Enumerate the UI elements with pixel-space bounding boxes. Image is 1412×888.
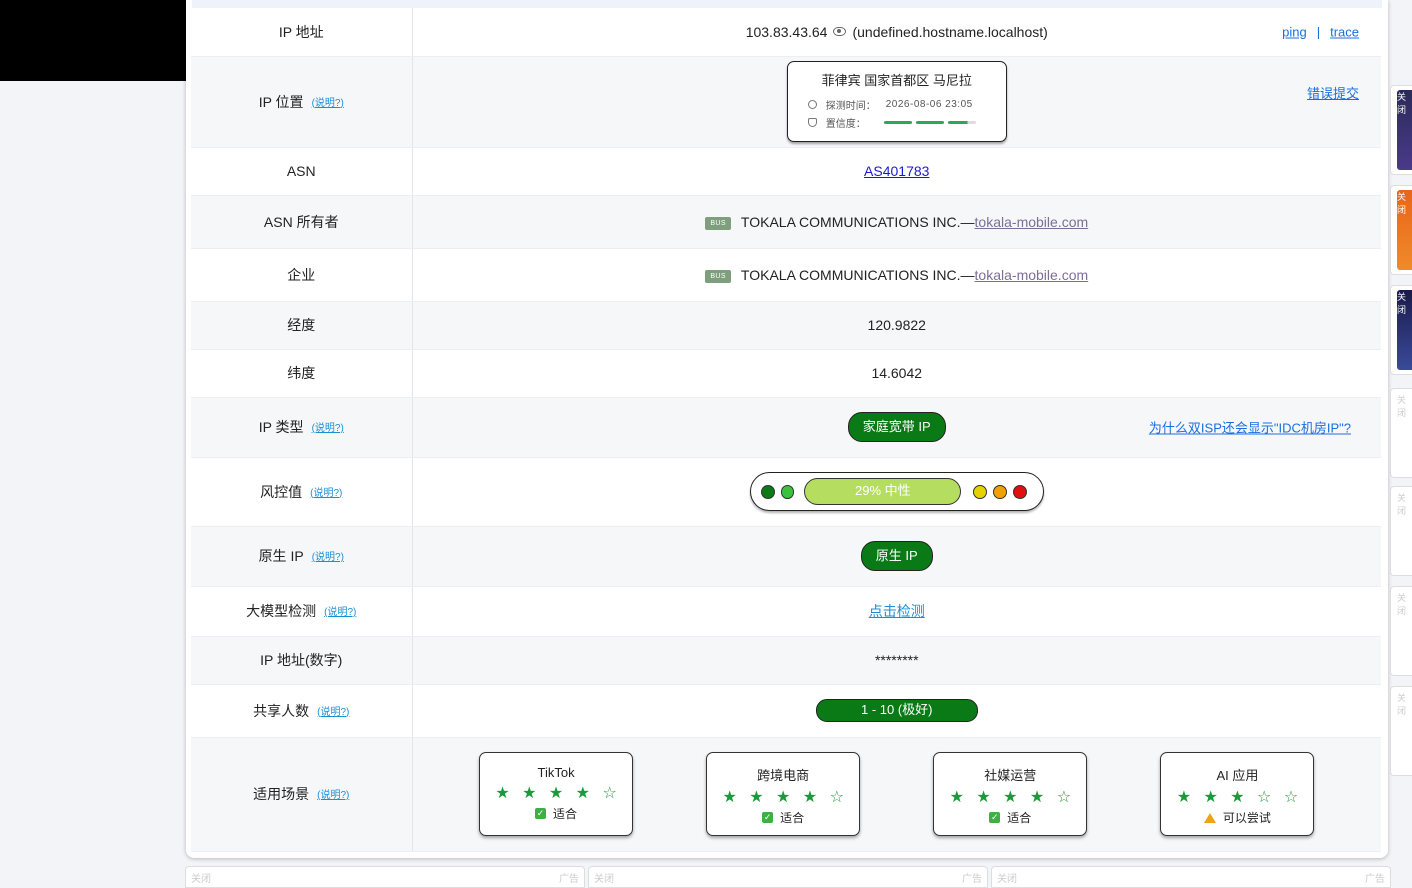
row-label: 适用场景 — [253, 786, 310, 802]
hostname: (undefined.hostname.localhost) — [852, 23, 1048, 40]
row-label: IP 地址(数字) — [191, 636, 413, 685]
row-label: 风控值 — [260, 483, 303, 500]
row-label: IP 地址 — [191, 8, 413, 57]
scenario-card-ai: AI 应用 ★ ★ ★ ☆ ☆ 可以尝试 — [1160, 752, 1315, 836]
ip-numeric-value: ******** — [412, 636, 1381, 685]
scenario-card-ecommerce: 跨境电商 ★ ★ ★ ★ ☆ ✓ 适合 — [706, 752, 861, 836]
clock-icon — [807, 99, 817, 109]
row-native: 原生 IP (说明?) 原生 IP — [191, 526, 1381, 587]
owner-name: TOKALA COMMUNICATIONS INC.— — [740, 213, 975, 230]
star-rating: ★ ★ ★ ★ ☆ — [949, 789, 1076, 806]
row-label: 企业 — [191, 248, 413, 302]
row-ip-numeric: IP 地址(数字) ******** — [191, 636, 1381, 685]
business-badge: BUS — [705, 269, 731, 283]
help-link[interactable]: (说明?) — [312, 98, 344, 109]
owner-domain-link[interactable]: tokala-mobile.com — [975, 214, 1089, 230]
ip-value: 103.83.43.64 — [745, 23, 828, 40]
faq-link[interactable]: 为什么双ISP还会显示"IDC机房IP"? — [1149, 421, 1351, 436]
check-icon: ✓ — [989, 812, 1001, 823]
eye-icon[interactable] — [833, 26, 847, 36]
risk-dot-high — [993, 484, 1007, 499]
longitude-value: 120.9822 — [412, 301, 1381, 350]
star-rating: ★ ★ ★ ☆ ☆ — [1176, 789, 1303, 806]
row-label: 原生 IP — [258, 548, 304, 564]
row-label: IP 位置 — [258, 93, 304, 110]
top-strip — [192, 0, 1382, 8]
risk-bar: 29% 中性 — [804, 478, 962, 505]
scenario-card-social: 社媒运营 ★ ★ ★ ★ ☆ ✓ 适合 — [933, 752, 1088, 836]
side-ad-5[interactable]: 关闭 — [1390, 486, 1412, 576]
shield-icon — [807, 117, 817, 127]
risk-dot-very-low — [760, 484, 775, 499]
risk-dot-low — [780, 484, 795, 499]
check-icon: ✓ — [762, 812, 774, 823]
row-label: IP 类型 — [258, 419, 304, 435]
side-ad-1[interactable]: 关闭 — [1390, 85, 1412, 175]
sharing-badge: 1 - 10 (极好) — [815, 699, 978, 722]
row-location: IP 位置 (说明?) 菲律宾 国家首都区 马尼拉 探测时间： 2026-08-06… — [191, 56, 1381, 148]
asn-link[interactable]: AS401783 — [864, 163, 929, 179]
latitude-value: 14.6042 — [412, 349, 1381, 398]
row-llm: 大模型检测 (说明?) 点击检测 — [191, 586, 1381, 637]
side-ad-7[interactable]: 关闭 — [1390, 686, 1412, 776]
star-rating: ★ ★ ★ ★ ☆ — [722, 789, 848, 806]
help-link[interactable]: (说明?) — [312, 423, 344, 434]
help-link[interactable]: (说明?) — [312, 552, 344, 563]
ip-type-badge: 家庭宽带 IP — [847, 412, 946, 442]
star-rating: ★ ★ ★ ★ ☆ — [495, 785, 621, 802]
location-place: 菲律宾 国家首都区 马尼拉 — [821, 73, 972, 88]
side-ad-2[interactable]: 关闭 — [1390, 185, 1412, 275]
row-longitude: 经度 120.9822 — [191, 301, 1381, 350]
risk-dot-very-high — [1012, 484, 1027, 499]
business-badge: BUS — [705, 216, 731, 230]
help-link[interactable]: (说明?) — [317, 790, 349, 801]
location-box: 菲律宾 国家首都区 马尼拉 探测时间： 2026-08-06 23:05 置信度： — [786, 61, 1007, 142]
row-asn-owner: ASN 所有者 BUS TOKALA COMMUNICATIONS INC.—to… — [191, 195, 1381, 249]
row-label: ASN 所有者 — [191, 195, 413, 249]
row-risk: 风控值 (说明?) 29% 中性 — [191, 457, 1381, 527]
llm-detect-link[interactable]: 点击检测 — [869, 603, 925, 619]
native-ip-badge: 原生 IP — [860, 541, 933, 571]
row-ip-type: IP 类型 (说明?) 家庭宽带 IP 为什么双ISP还会显示"IDC机房IP"? — [191, 397, 1381, 458]
scenario-card-tiktok: TikTok ★ ★ ★ ★ ☆ ✓ 适合 — [479, 752, 634, 836]
warning-icon — [1203, 812, 1216, 823]
side-ad-6[interactable]: 关闭 — [1390, 586, 1412, 676]
side-ad-3[interactable]: 关闭 — [1390, 285, 1412, 375]
row-label: 经度 — [191, 301, 413, 350]
ip-info-card: IP 地址 103.83.43.64 (undefined.hostname.lo… — [186, 0, 1388, 858]
row-label: 纬度 — [191, 349, 413, 398]
row-ip: IP 地址 103.83.43.64 (undefined.hostname.lo… — [191, 8, 1381, 57]
ping-link[interactable]: ping — [1282, 24, 1307, 39]
company-domain-link[interactable]: tokala-mobile.com — [975, 267, 1089, 283]
risk-dot-medium — [973, 484, 988, 499]
row-asn: ASN AS401783 — [191, 147, 1381, 196]
report-error-link[interactable]: 错误提交 — [1307, 86, 1359, 101]
trace-link[interactable]: trace — [1330, 24, 1359, 39]
help-link[interactable]: (说明?) — [324, 607, 356, 618]
row-latitude: 纬度 14.6042 — [191, 349, 1381, 398]
confidence-bar — [883, 120, 976, 124]
ip-info-table: IP 地址 103.83.43.64 (undefined.hostname.lo… — [191, 8, 1381, 852]
help-link[interactable]: (说明?) — [317, 707, 349, 718]
company-name: TOKALA COMMUNICATIONS INC.— — [740, 266, 975, 283]
black-overlay-block — [0, 0, 186, 81]
help-link[interactable]: (说明?) — [310, 488, 342, 499]
row-label: 共享人数 — [253, 702, 310, 719]
detect-time: 2026-08-06 23:05 — [885, 98, 973, 110]
risk-meter: 29% 中性 — [749, 472, 1044, 511]
row-label: 大模型检测 — [246, 603, 317, 619]
row-scenarios: 适用场景 (说明?) TikTok ★ ★ ★ ★ ☆ ✓ 适合 跨境电商 ★ ★ … — [191, 737, 1381, 852]
row-label: ASN — [191, 147, 413, 196]
check-icon: ✓ — [535, 808, 547, 819]
row-sharing: 共享人数 (说明?) 1 - 10 (极好) — [191, 684, 1381, 738]
row-company: 企业 BUS TOKALA COMMUNICATIONS INC.—tokala-… — [191, 248, 1381, 302]
side-ad-4[interactable]: 关闭 — [1390, 388, 1412, 478]
